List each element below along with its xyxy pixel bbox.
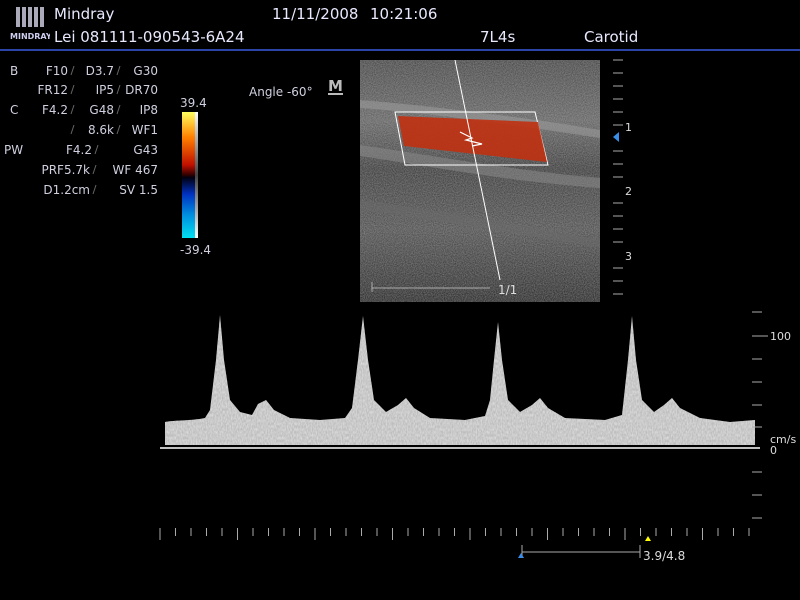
time-marker-icon <box>645 536 651 541</box>
m-marker-icon: M <box>328 77 343 95</box>
focus-marker-icon[interactable] <box>613 132 619 142</box>
velocity-baseline-zero: 0 <box>770 444 777 457</box>
exam-time: 10:21:06 <box>370 5 438 23</box>
depth-mark-2: 2 <box>625 185 632 198</box>
doppler-spectrum-panel: 100 cm/s 0 3.9/4.8 <box>159 311 796 563</box>
color-scale-bar <box>182 112 195 238</box>
exam-date: 11/11/2008 <box>272 5 359 23</box>
depth-mark-3: 3 <box>625 250 632 263</box>
doppler-spectrum-speckle <box>165 315 755 445</box>
doppler-angle: Angle -60° <box>249 85 313 99</box>
time-axis-ticks <box>159 528 750 540</box>
velocity-scale-ticks <box>752 311 768 519</box>
sweep-speed-readout: 3.9/4.8 <box>643 549 685 563</box>
depth-mark-1: 1 <box>625 121 632 134</box>
param-separators <box>70 65 121 195</box>
preset-name: Carotid <box>584 28 639 46</box>
color-scale-gray <box>195 112 198 238</box>
probe-name: 7L4s <box>480 28 516 46</box>
bmode-image: 1/1 <box>360 60 600 302</box>
depth-ruler: 1 2 3 <box>613 59 632 295</box>
sweep-marker-icon <box>518 553 524 558</box>
image-frame-counter: 1/1 <box>498 283 517 297</box>
velocity-scale-100: 100 <box>770 330 791 343</box>
color-scale-max: 39.4 <box>180 96 207 110</box>
color-scale-min: -39.4 <box>180 243 212 257</box>
